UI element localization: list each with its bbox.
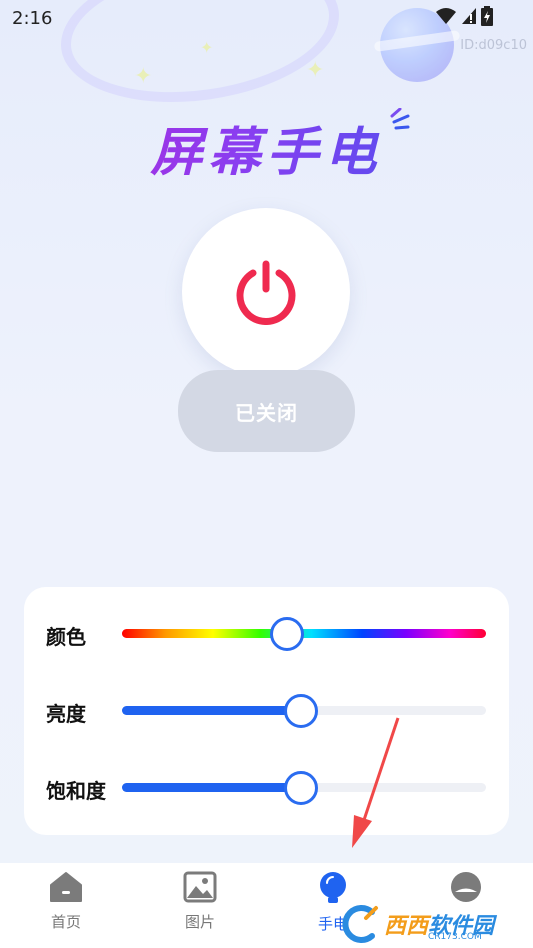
- saturation-slider-thumb[interactable]: [284, 771, 319, 805]
- status-time: 2:16: [12, 8, 53, 29]
- saturation-row: 饱和度: [24, 767, 509, 807]
- decor-star-icon: ✦: [134, 64, 153, 89]
- color-label: 颜色: [46, 625, 86, 649]
- site-logo-icon: [342, 905, 378, 943]
- spark-icon: [390, 108, 410, 130]
- device-id-watermark: ID:d09c10: [460, 38, 527, 53]
- brightness-label: 亮度: [46, 702, 86, 726]
- color-slider[interactable]: [122, 617, 486, 651]
- decor-star-icon: ✦: [306, 58, 325, 83]
- flashlight-state-badge: 已关闭: [178, 370, 355, 452]
- wifi-icon: [436, 8, 456, 24]
- power-button[interactable]: [182, 208, 350, 376]
- settings-card: 颜色 亮度 饱和度: [24, 587, 509, 835]
- page-title: 屏幕手电: [0, 110, 533, 185]
- brightness-fill: [122, 706, 301, 715]
- brightness-slider-thumb[interactable]: [284, 694, 319, 728]
- nav-item-images[interactable]: 图片: [160, 871, 240, 932]
- status-bar: 2:16: [0, 0, 533, 36]
- profile-icon: [451, 872, 481, 902]
- battery-icon: [481, 6, 493, 26]
- watermark-brand: 西西: [384, 914, 429, 939]
- decor-star-icon: ✦: [200, 38, 214, 57]
- watermark-site: CR173.COM: [428, 932, 482, 942]
- nav-label-images: 图片: [184, 913, 215, 931]
- site-watermark: 西西 软件园 CR173.COM: [340, 900, 533, 948]
- status-icons: [435, 6, 493, 26]
- brightness-slider[interactable]: [122, 694, 486, 728]
- nav-item-home[interactable]: 首页: [26, 871, 106, 932]
- saturation-label: 饱和度: [46, 779, 106, 803]
- image-icon: [183, 871, 217, 903]
- color-slider-thumb[interactable]: [269, 617, 304, 651]
- saturation-slider[interactable]: [122, 771, 486, 805]
- brightness-row: 亮度: [24, 690, 509, 730]
- color-row: 颜色: [24, 613, 509, 653]
- saturation-fill: [122, 783, 301, 792]
- power-icon: [236, 260, 296, 325]
- home-icon: [50, 872, 82, 902]
- signal-icon: [462, 8, 476, 24]
- nav-label-home: 首页: [50, 913, 81, 931]
